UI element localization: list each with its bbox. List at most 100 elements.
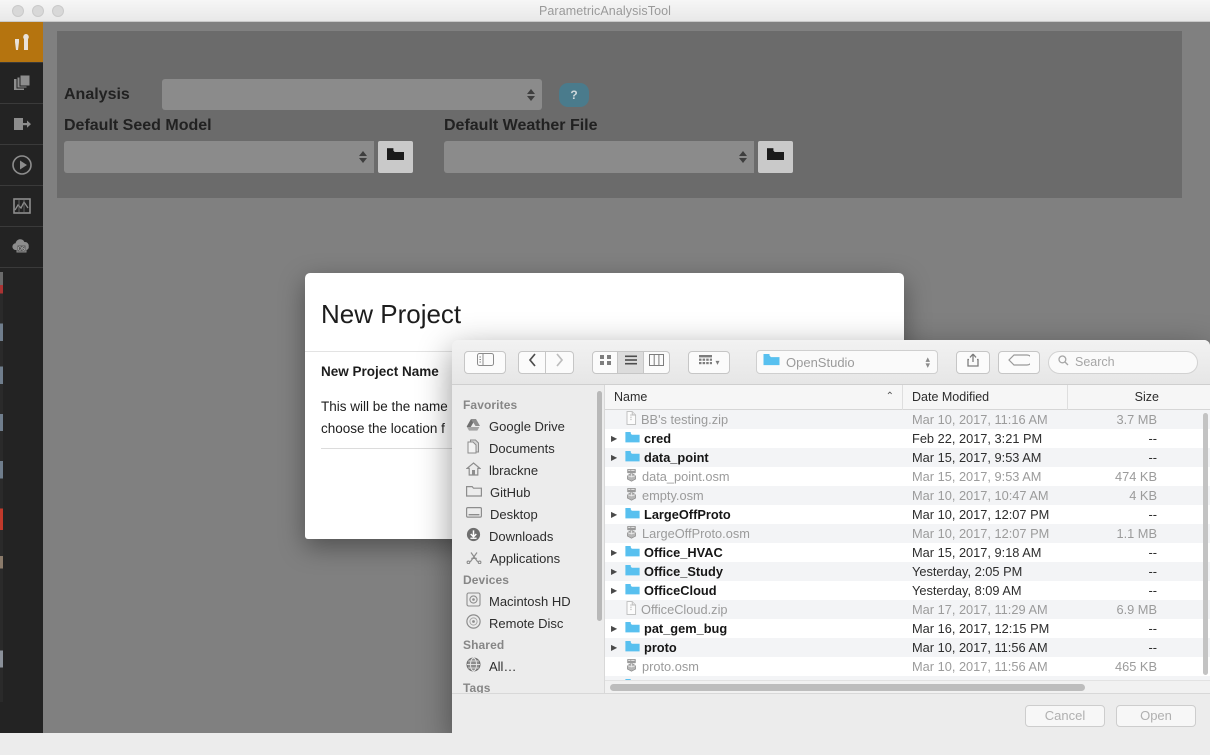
sidebar-section-header: Devices [452, 569, 604, 590]
file-row-name-cell: ▶LargeOffProto.osm [605, 525, 903, 542]
file-list-hscroll-thumb[interactable] [610, 684, 1085, 691]
sidebar-item-lbrackne[interactable]: lbrackne [452, 459, 604, 481]
sidebar-toggle-button[interactable] [464, 351, 506, 374]
sidebar-item-applications[interactable]: Applications [452, 547, 604, 569]
file-list-scrollbar[interactable] [1203, 413, 1208, 675]
cancel-button[interactable]: Cancel [1025, 705, 1105, 727]
sidebar-item-documents[interactable]: Documents [452, 437, 604, 459]
window-title: ParametricAnalysisTool [0, 4, 1210, 18]
file-row[interactable]: ▶empty.osmMar 10, 2017, 10:47 AM4 KB [605, 486, 1210, 505]
view-icon-button[interactable] [592, 351, 618, 374]
file-row[interactable]: ▶LargeOffProtoMar 10, 2017, 12:07 PM-- [605, 505, 1210, 524]
arrange-by-icon [698, 353, 713, 371]
sidebar-item-google-drive[interactable]: Google Drive [452, 415, 604, 437]
seed-model-select[interactable] [64, 141, 374, 173]
navigation-buttons [518, 351, 574, 374]
path-popup-button[interactable]: OpenStudio ▴▾ [756, 350, 938, 374]
minimize-button[interactable] [32, 5, 44, 17]
arrange-by-button[interactable]: ▾ [688, 351, 730, 374]
sidebar-item-macintosh-hd[interactable]: Macintosh HD [452, 590, 604, 612]
file-row-size: -- [1068, 507, 1168, 522]
back-button[interactable] [518, 351, 546, 374]
help-button[interactable]: ? [559, 83, 589, 107]
file-row-date: Mar 10, 2017, 12:07 PM [903, 507, 1068, 522]
disclosure-triangle-icon[interactable]: ▶ [611, 644, 621, 652]
file-row[interactable]: ▶pat_gem_bugMar 16, 2017, 12:15 PM-- [605, 619, 1210, 638]
file-row-size: -- [1068, 564, 1168, 579]
list-view-icon [624, 353, 638, 371]
file-row[interactable]: ▶protoMar 10, 2017, 11:56 AM-- [605, 638, 1210, 657]
file-row[interactable]: ▶LargeOffProto.osmMar 10, 2017, 12:07 PM… [605, 524, 1210, 543]
app-body: OS Analysis ? Default Seed Model [0, 22, 1210, 755]
search-input[interactable]: Search [1048, 351, 1198, 374]
file-row[interactable]: ▶data_pointMar 15, 2017, 9:53 AM-- [605, 448, 1210, 467]
share-button[interactable] [956, 351, 990, 374]
disclosure-triangle-icon[interactable]: ▶ [611, 587, 621, 595]
column-header-name[interactable]: Name ⌃ [605, 385, 903, 410]
toolbar-item-cloud[interactable]: OS [0, 227, 43, 268]
sidebar-scrollbar[interactable] [597, 391, 602, 621]
file-row[interactable]: ▶proto.osmMar 10, 2017, 11:56 AM465 KB [605, 657, 1210, 676]
column-header-size[interactable]: Size [1068, 385, 1168, 410]
file-row[interactable]: ▶credFeb 22, 2017, 3:21 PM-- [605, 429, 1210, 448]
file-row[interactable]: ▶BB's testing.zipMar 10, 2017, 11:16 AM3… [605, 410, 1210, 429]
wrench-screwdriver-icon [11, 31, 33, 53]
disclosure-triangle-icon[interactable]: ▶ [611, 454, 621, 462]
toolbar-item-export[interactable] [0, 104, 43, 145]
sidebar-item-desktop[interactable]: Desktop [452, 503, 604, 525]
forward-button[interactable] [546, 351, 574, 374]
file-row-name-cell: ▶proto.osm [605, 658, 903, 675]
default-seed-model-label: Default Seed Model [64, 117, 212, 135]
file-row-name-cell: ▶proto [605, 640, 903, 655]
sidebar-item-label: lbrackne [489, 463, 538, 478]
column-header-date[interactable]: Date Modified [903, 385, 1068, 410]
folder-icon [625, 545, 640, 560]
file-row-size: -- [1068, 431, 1168, 446]
analysis-select[interactable] [162, 79, 542, 110]
network-globe-icon [466, 657, 481, 675]
file-row-size: 4 KB [1068, 488, 1168, 503]
sidebar-item-label: Documents [489, 441, 555, 456]
analysis-label: Analysis [64, 86, 162, 104]
zoom-button[interactable] [52, 5, 64, 17]
view-list-button[interactable] [618, 351, 644, 374]
tag-button[interactable] [998, 351, 1040, 374]
weather-file-select[interactable] [444, 141, 754, 173]
osm-file-icon [625, 468, 638, 485]
close-button[interactable] [12, 5, 24, 17]
disclosure-triangle-icon[interactable]: ▶ [611, 549, 621, 557]
toolbar-item-tools[interactable] [0, 22, 43, 63]
sidebar-item-label: GitHub [490, 485, 530, 500]
desktop-icon [466, 506, 482, 522]
file-row-size: -- [1068, 621, 1168, 636]
analysis-settings-panel: Analysis ? Default Seed Model [57, 31, 1182, 198]
view-column-button[interactable] [644, 351, 670, 374]
window-traffic-lights[interactable] [12, 5, 64, 17]
file-row[interactable]: ▶data_point.osmMar 15, 2017, 9:53 AM474 … [605, 467, 1210, 486]
toolbar-item-results[interactable] [0, 186, 43, 227]
sidebar-item-remote-disc[interactable]: Remote Disc [452, 612, 604, 634]
file-row-name-cell: ▶data_point [605, 450, 903, 465]
disclosure-triangle-icon[interactable]: ▶ [611, 625, 621, 633]
toolbar-item-measures[interactable] [0, 63, 43, 104]
file-row[interactable]: ▶OfficeCloud.zipMar 17, 2017, 11:29 AM6.… [605, 600, 1210, 619]
file-row[interactable]: ▶OfficeCloudYesterday, 8:09 AM-- [605, 581, 1210, 600]
file-row[interactable]: ▶Office_StudyYesterday, 2:05 PM-- [605, 562, 1210, 581]
disclosure-triangle-icon[interactable]: ▶ [611, 511, 621, 519]
folder-icon [466, 484, 482, 500]
weather-file-browse-button[interactable] [758, 141, 793, 173]
file-row-date: Feb 22, 2017, 3:21 PM [903, 431, 1068, 446]
seed-model-browse-button[interactable] [378, 141, 413, 173]
file-row[interactable]: ▶Office_HVACMar 15, 2017, 9:18 AM-- [605, 543, 1210, 562]
file-row-name-cell: ▶Office_HVAC [605, 545, 903, 560]
disc-icon [466, 614, 481, 632]
file-row-name: BB's testing.zip [641, 412, 728, 427]
disclosure-triangle-icon[interactable]: ▶ [611, 568, 621, 576]
sidebar-item-github[interactable]: GitHub [452, 481, 604, 503]
toolbar-item-run[interactable] [0, 145, 43, 186]
open-button[interactable]: Open [1116, 705, 1196, 727]
sidebar-item-downloads[interactable]: Downloads [452, 525, 604, 547]
disclosure-triangle-icon[interactable]: ▶ [611, 435, 621, 443]
sidebar-item-all[interactable]: All… [452, 655, 604, 677]
path-popup-label: OpenStudio [786, 355, 855, 370]
